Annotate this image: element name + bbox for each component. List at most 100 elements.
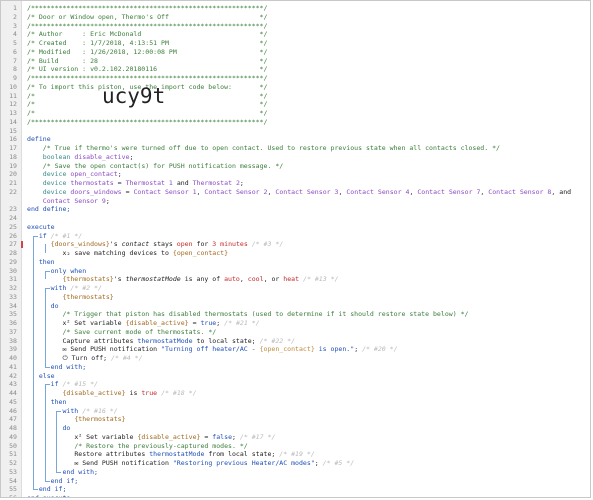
- code-line: 54 end if;: [1, 477, 590, 486]
- code-text: {doors_windows}'s contact stays open for…: [27, 240, 284, 249]
- code-token: is open.": [314, 345, 355, 354]
- code-text: define: [27, 135, 51, 144]
- code-token: /***************************************…: [27, 117, 268, 126]
- code-token: /* Created : 1/7/2018, 4:13:51 PM */: [27, 39, 268, 47]
- code-line: 26 if /* #1 */: [1, 232, 590, 241]
- line-number: 14: [9, 117, 17, 126]
- line-number: 23: [9, 205, 17, 214]
- code-line: 38 Capture attributes thermostatMode to …: [1, 337, 590, 346]
- code-text: execute: [27, 223, 55, 232]
- line-number: 1: [13, 4, 17, 12]
- code-text: /* Build : 28 */: [27, 57, 267, 66]
- code-text: end if;: [27, 477, 79, 486]
- code-line: 17 /* True if thermo's were turned off d…: [1, 144, 590, 153]
- line-number: 11: [9, 91, 17, 100]
- code-token: /* Restore the previously-captured modes…: [74, 441, 248, 450]
- code-text: /* True if thermo's were turned off due …: [27, 144, 500, 153]
- code-text: with /* #16 */: [27, 406, 117, 416]
- code-token: {thermostats}: [62, 275, 114, 284]
- code-token: Contact Sensor 7: [417, 187, 481, 196]
- line-number: 15: [9, 126, 17, 135]
- code-token: /* */: [27, 109, 268, 117]
- code-line: 24: [1, 214, 590, 223]
- code-text: /***************************************…: [27, 118, 267, 127]
- code-token: /* #4 */: [107, 354, 143, 362]
- code-token: with: [50, 284, 67, 292]
- line-number: 24: [9, 214, 17, 222]
- line-number: 48: [9, 424, 17, 432]
- line-number: 6: [13, 47, 17, 56]
- line-number: 40: [9, 354, 17, 362]
- code-token: with: [62, 406, 79, 415]
- code-line: 15: [1, 127, 590, 136]
- code-text: /* Save current mode of thermostats. */: [27, 328, 216, 337]
- code-token: {thermostats}: [74, 415, 126, 424]
- code-line: 7 /* Build : 28 */: [1, 57, 590, 66]
- code-line: 16 define: [1, 135, 590, 144]
- code-text: end with;: [27, 468, 97, 477]
- code-line: 32 with /* #2 */: [1, 284, 590, 293]
- line-number: 49: [9, 432, 17, 441]
- code-token: disable_active: [74, 152, 130, 161]
- code-text: else: [27, 372, 55, 381]
- code-text: {thermostats}: [27, 293, 113, 302]
- code-line: 8 /* UI version : v0.2.102.20180116 */: [1, 65, 590, 74]
- code-token: device: [42, 187, 71, 196]
- block-guide: [32, 489, 38, 491]
- code-line: 36 x² Set variable {disable_active} = tr…: [1, 319, 590, 328]
- code-token: /* Build : 28 */: [27, 56, 268, 65]
- line-number: 54: [9, 476, 17, 485]
- code-text: end with;: [27, 363, 86, 372]
- line-number: 50: [9, 441, 17, 450]
- code-text: end execute;: [27, 494, 74, 497]
- code-token: ✉ Send PUSH notification: [74, 459, 173, 467]
- code-token: ;: [117, 170, 122, 179]
- code-token: Contact Sensor 2: [204, 187, 268, 196]
- code-token: Contact Sensor 9: [42, 196, 106, 205]
- code-token: "Restoring previous Heater/AC modes": [172, 459, 315, 467]
- block-guide: [32, 235, 38, 237]
- line-number: 7: [13, 56, 17, 65]
- line-number: 42: [9, 371, 17, 380]
- code-text: ✉ Send PUSH notification "Restoring prev…: [27, 459, 354, 468]
- code-token: to local state;: [192, 336, 256, 345]
- code-text: x² Set variable {disable_active} = false…: [27, 433, 275, 442]
- code-text: device thermostats = Thermostat 1 and Th…: [27, 179, 244, 188]
- code-token: Capture attributes: [62, 336, 138, 345]
- code-line: Contact Sensor 9;: [1, 197, 590, 206]
- block-guide: [44, 480, 50, 482]
- code-line: 18 boolean disable_active;: [1, 153, 590, 162]
- code-token: {doors_windows}: [50, 240, 110, 249]
- code-token: thermostatMode: [149, 450, 205, 459]
- code-token: true: [141, 389, 158, 397]
- code-token: , or: [263, 275, 284, 284]
- code-line: 5 /* Created : 1/7/2018, 4:13:51 PM */: [1, 39, 590, 48]
- code-token: contact: [121, 240, 150, 249]
- line-number: 44: [9, 389, 17, 397]
- line-number: 16: [9, 135, 17, 144]
- code-token: if: [50, 380, 59, 389]
- code-line: 21 device thermostats = Thermostat 1 and…: [1, 179, 590, 188]
- code-line: 31 {thermostats}'s thermostatMode is any…: [1, 275, 590, 284]
- line-number: 29: [9, 257, 17, 266]
- code-line: 49 x² Set variable {disable_active} = fa…: [1, 433, 590, 442]
- code-text: with /* #2 */: [27, 284, 102, 293]
- code-token: /* Trigger that piston has disabled ther…: [62, 310, 469, 319]
- line-number: 34: [9, 301, 17, 310]
- code-text: ✉ Send PUSH notification "Turning off he…: [27, 345, 397, 354]
- line-number: 17: [9, 144, 17, 152]
- code-token: /***************************************…: [27, 4, 268, 12]
- line-number: 41: [9, 362, 17, 371]
- code-token: {disable_active}: [137, 432, 201, 441]
- code-token: x² Set variable: [62, 319, 126, 327]
- line-number: 18: [9, 152, 17, 161]
- code-text: /* Save the open contact(s) for PUSH not…: [27, 162, 283, 171]
- code-token: stays: [149, 240, 177, 249]
- line-number: 27: [9, 240, 17, 249]
